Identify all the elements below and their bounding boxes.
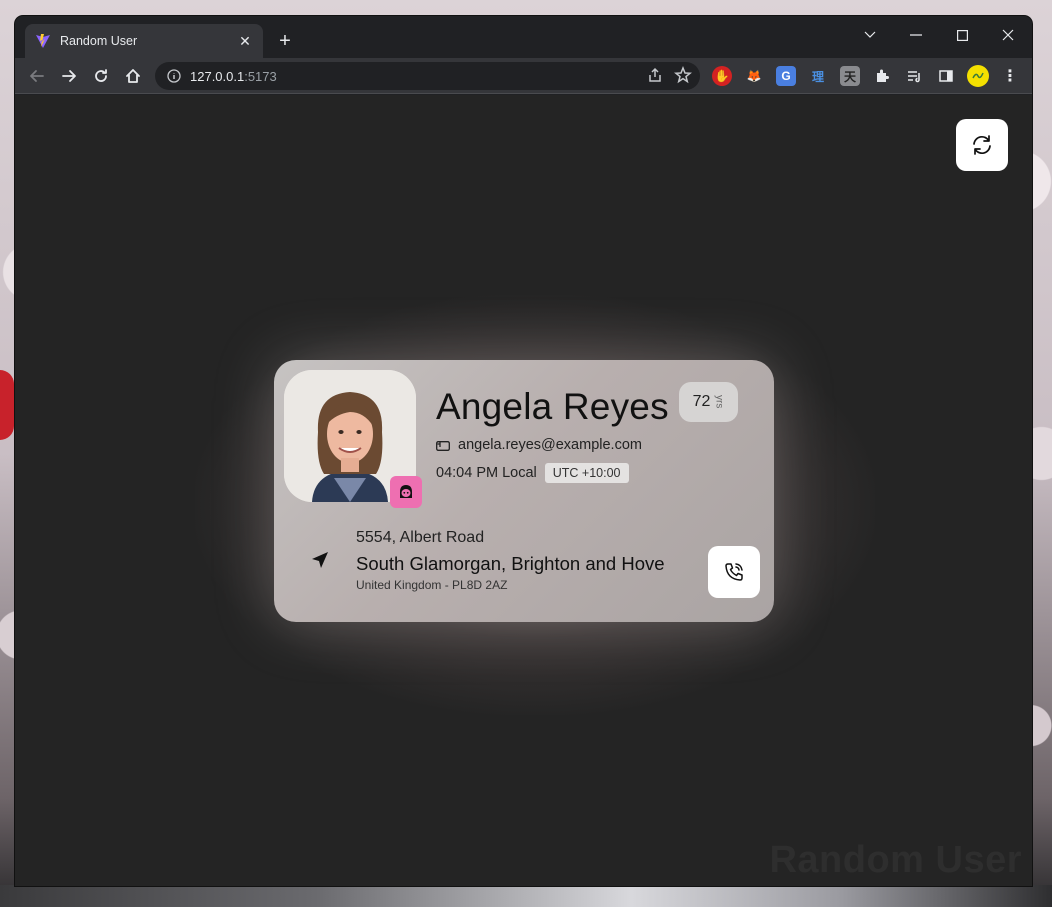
media-queue-icon[interactable]	[904, 66, 924, 86]
tab-title: Random User	[60, 34, 138, 48]
minimize-button[interactable]	[893, 22, 939, 48]
user-card: Angela Reyes 72 yrs angela.reyes@example…	[274, 360, 774, 622]
call-button[interactable]	[708, 546, 760, 598]
user-name: Angela Reyes	[436, 386, 669, 427]
back-button[interactable]	[24, 63, 50, 89]
gender-badge	[390, 476, 422, 508]
metamask-extension-icon[interactable]: 🦊	[744, 66, 764, 86]
browser-window: Random User ✕ + 127.0.0.1:5173 ✋ 🦊 G 理 …	[15, 16, 1032, 886]
desktop-street	[0, 885, 1052, 907]
phone-call-icon	[725, 563, 743, 581]
arrow-left-icon	[30, 70, 44, 82]
reload-icon	[95, 69, 107, 82]
tab-random-user[interactable]: Random User ✕	[25, 24, 263, 58]
female-face-icon	[400, 485, 412, 498]
minimize-icon	[910, 34, 922, 36]
user-email[interactable]: angela.reyes@example.com	[458, 437, 642, 453]
tab-close-icon[interactable]: ✕	[237, 33, 253, 50]
time-row: 04:04 PM Local UTC +10:00	[436, 463, 629, 483]
mailbox-icon	[436, 441, 450, 451]
local-time: 04:04 PM Local	[436, 465, 537, 481]
home-icon	[126, 69, 140, 83]
puzzle-extensions-icon[interactable]	[872, 66, 892, 86]
forward-button[interactable]	[56, 63, 82, 89]
li-extension-icon[interactable]: 理	[808, 66, 828, 86]
close-icon	[1002, 29, 1014, 41]
age-badge: 72 yrs	[679, 382, 738, 422]
profile-avatar[interactable]	[967, 65, 989, 87]
translate-extension-icon[interactable]: G	[776, 66, 796, 86]
address-bar[interactable]: 127.0.0.1:5173	[155, 62, 700, 90]
url-host: 127.0.0.1	[190, 68, 245, 84]
new-tab-button[interactable]: +	[273, 30, 297, 54]
arrow-right-icon	[62, 70, 76, 82]
address-street: 5554, Albert Road	[356, 529, 485, 546]
refresh-user-button[interactable]	[956, 119, 1008, 171]
refresh-icon	[973, 135, 991, 155]
address-region: South Glamorgan, Brighton and Hove	[356, 553, 665, 574]
info-icon[interactable]	[167, 69, 181, 83]
browser-toolbar: 127.0.0.1:5173 ✋ 🦊 G 理 天 ⋮	[15, 58, 1032, 94]
utc-offset-badge: UTC +10:00	[544, 463, 629, 483]
watermark-text: Random User	[769, 839, 1022, 881]
age-value: 72	[692, 393, 711, 410]
maximize-icon	[956, 29, 968, 41]
vite-logo-icon	[36, 34, 50, 48]
maximize-button[interactable]	[939, 22, 985, 48]
reload-button[interactable]	[88, 63, 114, 89]
tab-search-button[interactable]	[847, 22, 893, 48]
desktop-sign	[0, 370, 14, 440]
chevron-down-icon	[864, 31, 876, 38]
url-port: :5173	[244, 68, 277, 84]
age-unit: yrs	[713, 395, 725, 409]
bookmark-star-icon[interactable]	[674, 66, 692, 84]
close-window-button[interactable]	[985, 22, 1031, 48]
share-icon[interactable]	[646, 66, 664, 84]
home-button[interactable]	[120, 63, 146, 89]
page-viewport: Angela Reyes 72 yrs angela.reyes@example…	[15, 95, 1032, 886]
adblock-extension-icon[interactable]: ✋	[712, 66, 732, 86]
browser-menu-icon[interactable]: ⋮	[1000, 66, 1020, 86]
email-row: angela.reyes@example.com	[436, 437, 642, 453]
tian-extension-icon[interactable]: 天	[840, 66, 860, 86]
tab-strip: Random User ✕ +	[15, 16, 1032, 58]
side-panel-icon[interactable]	[936, 66, 956, 86]
address-country: United Kingdom - PL8D 2AZ	[356, 578, 508, 592]
location-arrow-icon	[312, 552, 328, 568]
